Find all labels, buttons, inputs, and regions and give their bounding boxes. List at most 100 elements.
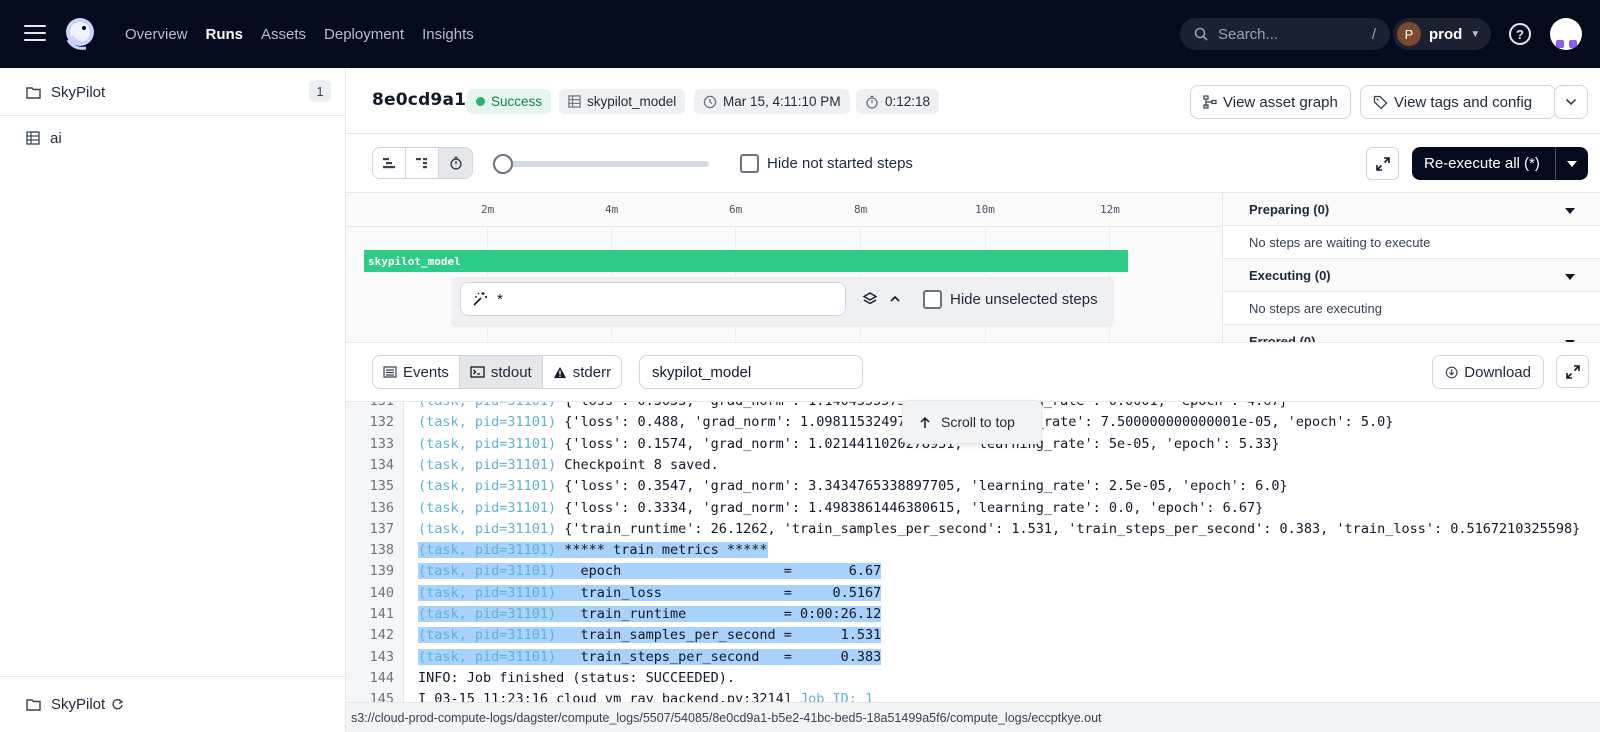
log-message: {'loss': 0.3334, 'grad_norm': 1.49838614… bbox=[556, 499, 1264, 516]
log-prefix: (task, pid=31101) bbox=[418, 520, 557, 537]
line-number: 141 bbox=[369, 606, 394, 622]
expand-logs-button[interactable] bbox=[1556, 355, 1589, 388]
log-message: INFO: Job finished (status: SUCCEEDED). bbox=[418, 669, 735, 686]
divider bbox=[346, 133, 1600, 134]
nav-insights[interactable]: Insights bbox=[422, 26, 474, 43]
sidebar-group-label: SkyPilot bbox=[51, 83, 106, 101]
reexecute-button-group: Re-execute all (*) bbox=[1412, 147, 1588, 180]
duration-tag: 0:12:18 bbox=[856, 89, 940, 114]
batch-view-button[interactable] bbox=[406, 148, 439, 178]
log-message: Checkpoint 8 saved. bbox=[556, 456, 719, 473]
tab-events[interactable]: Events bbox=[373, 356, 460, 388]
sidebar-item-label: ai bbox=[50, 129, 62, 147]
user-avatar[interactable] bbox=[1550, 18, 1582, 50]
zoom-slider-handle[interactable] bbox=[493, 154, 513, 174]
time-tick: 4m bbox=[605, 203, 619, 216]
section-preparing[interactable]: Preparing (0) bbox=[1223, 193, 1600, 226]
stdout-log-viewer[interactable]: 131 (task, pid=31101) {'loss': 0.3033, 'g… bbox=[346, 402, 1600, 702]
section-executing[interactable]: Executing (0) bbox=[1223, 259, 1600, 292]
log-text: (task, pid=31101) {'train_runtime': 26.1… bbox=[418, 519, 1580, 540]
expand-gantt-button[interactable] bbox=[1366, 147, 1399, 180]
log-file-path: s3://cloud-prod-compute-logs/dagster/com… bbox=[346, 702, 1600, 732]
sidebar: SkyPilot 1 ai SkyPilot bbox=[0, 68, 346, 732]
tab-stdout[interactable]: stdout bbox=[459, 356, 543, 388]
code-location-status[interactable]: SkyPilot bbox=[0, 676, 345, 732]
gantt-chart: 2m 4m 6m 8m 10m 12m skypilot_model * Hid… bbox=[346, 192, 1222, 343]
hide-not-started-label: Hide not started steps bbox=[767, 155, 913, 172]
clock-icon bbox=[703, 95, 717, 108]
more-actions-button[interactable] bbox=[1554, 85, 1588, 119]
nav-runs[interactable]: Runs bbox=[206, 26, 244, 43]
sidebar-group-skypilot[interactable]: SkyPilot bbox=[0, 80, 345, 104]
help-icon[interactable]: ? bbox=[1509, 23, 1531, 45]
nav-deployment[interactable]: Deployment bbox=[324, 26, 404, 43]
dagster-logo[interactable] bbox=[60, 14, 100, 54]
nav-assets[interactable]: Assets bbox=[261, 26, 306, 43]
log-content: (task, pid=31101) train_steps_per_second… bbox=[418, 648, 882, 665]
log-prefix: (task, pid=31101) bbox=[418, 499, 557, 516]
log-text: (task, pid=31101) Checkpoint 8 saved. bbox=[418, 455, 719, 476]
caret-down-icon bbox=[1567, 160, 1577, 167]
search-input[interactable]: Search... / bbox=[1180, 18, 1390, 50]
step-selector-input[interactable]: * bbox=[460, 282, 846, 316]
step-status-panel: Preparing (0) No steps are waiting to ex… bbox=[1222, 192, 1600, 342]
log-message: train_samples_per_second = 1.531 bbox=[556, 627, 882, 644]
start-time-tag: Mar 15, 4:11:10 PM bbox=[694, 89, 850, 114]
line-number: 135 bbox=[369, 478, 394, 495]
chevron-up-icon[interactable] bbox=[888, 291, 902, 307]
download-button[interactable]: Download bbox=[1432, 355, 1544, 389]
status-label: Success bbox=[491, 94, 543, 109]
deployment-switcher[interactable]: P prod ▼ bbox=[1393, 18, 1491, 50]
timed-view-button[interactable] bbox=[439, 148, 472, 178]
log-step-filter[interactable]: skypilot_model bbox=[639, 355, 863, 389]
hide-unselected-checkbox[interactable] bbox=[923, 290, 942, 309]
tab-stderr[interactable]: stderr bbox=[543, 356, 621, 388]
caret-down-icon bbox=[1565, 202, 1575, 217]
menu-icon[interactable] bbox=[24, 25, 46, 43]
refresh-icon[interactable] bbox=[111, 698, 124, 711]
view-asset-graph-button[interactable]: View asset graph bbox=[1190, 85, 1351, 119]
hide-unselected-label: Hide unselected steps bbox=[950, 291, 1098, 308]
step-selector-query: * bbox=[497, 290, 503, 308]
layers-icon[interactable] bbox=[862, 291, 878, 307]
log-message: {'loss': 0.3547, 'grad_norm': 3.34347653… bbox=[556, 478, 1288, 495]
reexecute-options-button[interactable] bbox=[1556, 160, 1588, 167]
log-message: epoch = 6.67 bbox=[556, 563, 882, 580]
view-tags-config-label: View tags and config bbox=[1394, 93, 1533, 111]
log-content: I 03-15 11:23:16 cloud_vm_ray_backend.py… bbox=[418, 691, 873, 702]
view-tags-config-button[interactable]: View tags and config bbox=[1360, 85, 1556, 119]
log-text: (task, pid=31101) train_runtime = 0:00:2… bbox=[418, 604, 882, 625]
line-number: 132 bbox=[369, 414, 394, 431]
expand-icon bbox=[1375, 156, 1390, 171]
log-prefix: (task, pid=31101) bbox=[418, 606, 557, 622]
line-number: 134 bbox=[369, 456, 394, 473]
log-prefix: (task, pid=31101) bbox=[418, 563, 557, 580]
log-text: (task, pid=31101) train_samples_per_seco… bbox=[418, 625, 882, 646]
gantt-step-bar[interactable]: skypilot_model bbox=[364, 250, 1128, 272]
line-number: 137 bbox=[369, 520, 394, 537]
log-message: train_steps_per_second = 0.383 bbox=[556, 648, 882, 665]
nav-overview[interactable]: Overview bbox=[125, 26, 188, 43]
hide-not-started-checkbox[interactable] bbox=[740, 154, 759, 173]
sidebar-item-ai[interactable]: ai bbox=[0, 126, 345, 150]
zoom-slider-track[interactable] bbox=[500, 161, 709, 167]
search-placeholder: Search... bbox=[1218, 25, 1279, 43]
line-number: 133 bbox=[369, 435, 394, 452]
log-prefix: (task, pid=31101) bbox=[418, 414, 557, 431]
log-content: INFO: Job finished (status: SUCCEEDED). bbox=[418, 670, 735, 686]
reexecute-all-button[interactable]: Re-execute all (*) bbox=[1412, 155, 1555, 172]
waterfall-view-button[interactable] bbox=[373, 148, 406, 178]
log-content: (task, pid=31101) ***** train metrics **… bbox=[418, 542, 768, 559]
time-tick: 10m bbox=[975, 203, 995, 216]
job-tag[interactable]: skypilot_model bbox=[559, 89, 686, 114]
section-errored[interactable]: Errored (0) bbox=[1223, 325, 1600, 342]
search-shortcut: / bbox=[1371, 25, 1376, 43]
tab-label: Events bbox=[403, 363, 449, 381]
log-line: 138 (task, pid=31101) ***** train metrics… bbox=[346, 540, 1600, 561]
log-type-tabs: Events stdout stderr bbox=[372, 355, 623, 389]
scroll-to-top-button[interactable]: Scroll to top bbox=[902, 400, 1042, 444]
log-line: 143 (task, pid=31101) train_steps_per_sec… bbox=[346, 647, 1600, 668]
log-text: (task, pid=31101) epoch = 6.67 bbox=[418, 561, 882, 582]
terminal-icon bbox=[470, 366, 485, 378]
folder-icon bbox=[26, 86, 41, 99]
